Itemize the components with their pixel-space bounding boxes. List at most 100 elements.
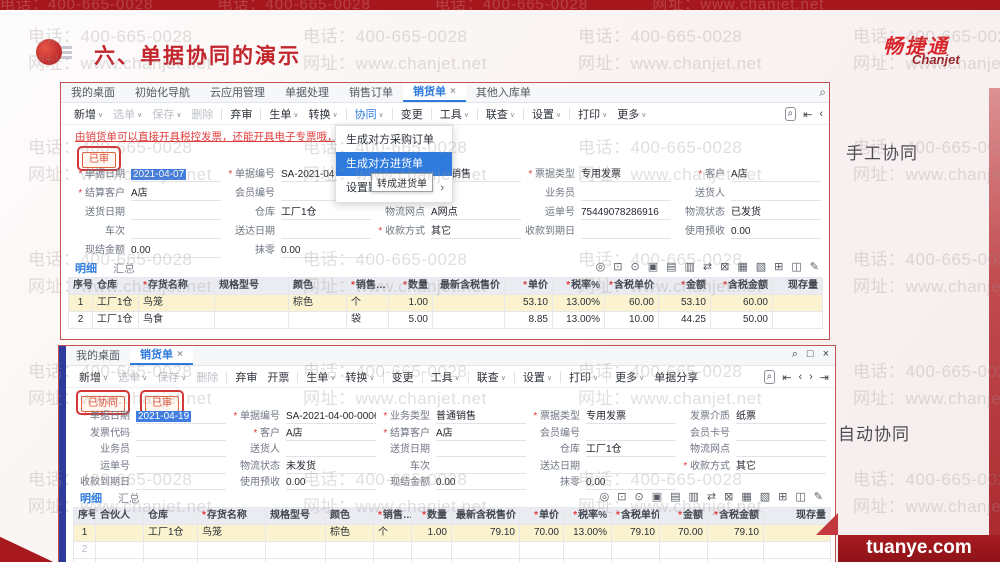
table-cell[interactable]: 棕色: [288, 294, 347, 312]
swap-row-icon[interactable]: ⇄: [707, 490, 716, 503]
table-cell[interactable]: [411, 558, 452, 562]
table-cell[interactable]: 2: [68, 311, 93, 329]
table-cell[interactable]: [451, 558, 520, 562]
toolbar-item[interactable]: 联查 ∨: [472, 369, 511, 385]
prev-record-icon[interactable]: ‹: [798, 371, 802, 383]
toolbar-item[interactable]: 更多 ∨: [610, 369, 649, 385]
field-value[interactable]: 普通销售: [436, 407, 526, 424]
toolbar-item[interactable]: 弃审: [225, 106, 257, 122]
tab-item[interactable]: 其他入库单: [466, 83, 541, 102]
insert-row-icon[interactable]: ⊞: [778, 490, 787, 503]
batch-add-icon[interactable]: ▣: [652, 490, 662, 503]
tab-item[interactable]: 初始化导航: [125, 83, 200, 102]
table-cell[interactable]: [214, 294, 289, 312]
field-value[interactable]: 0.00: [281, 241, 371, 258]
toolbar-item[interactable]: 工具 ∨: [435, 106, 474, 122]
prev-record-icon[interactable]: ‹: [819, 108, 823, 120]
table-cell[interactable]: [519, 541, 564, 559]
table-cell[interactable]: 2: [73, 541, 96, 559]
table-cell[interactable]: 1.00: [411, 524, 452, 542]
field-value[interactable]: 0.00: [586, 473, 676, 490]
table-cell[interactable]: [288, 311, 347, 329]
toolbar-item[interactable]: 联查 ∨: [481, 106, 520, 122]
toolbar-item[interactable]: 变更: [396, 106, 428, 122]
table-cell[interactable]: [707, 541, 764, 559]
field-value[interactable]: [136, 424, 226, 441]
table-cell[interactable]: 53.10: [504, 294, 553, 312]
table-cell[interactable]: [659, 541, 708, 559]
field-value[interactable]: [731, 184, 821, 201]
next-record-icon[interactable]: ›: [809, 371, 813, 383]
table-cell[interactable]: [432, 294, 505, 312]
table-cell[interactable]: 60.00: [604, 294, 659, 312]
table-cell[interactable]: [95, 541, 144, 559]
field-value[interactable]: [736, 440, 826, 457]
field-value[interactable]: 0.00: [436, 473, 526, 490]
field-value[interactable]: [586, 457, 676, 474]
table-cell[interactable]: 50.00: [710, 311, 773, 329]
merge-row-icon[interactable]: ▦: [741, 490, 751, 503]
print-grid-icon[interactable]: ▧: [756, 260, 766, 273]
field-value[interactable]: [131, 203, 221, 220]
table-cell[interactable]: 79.10: [611, 524, 660, 542]
field-value[interactable]: [736, 424, 826, 441]
close-icon[interactable]: ×: [823, 348, 829, 361]
toolbar-item[interactable]: 删除: [186, 106, 218, 122]
field-value[interactable]: [586, 424, 676, 441]
table-cell[interactable]: 53.10: [658, 294, 711, 312]
field-value[interactable]: [436, 457, 526, 474]
tab-item[interactable]: 销货单 ×: [403, 83, 466, 102]
layout-icon[interactable]: ◫: [795, 490, 805, 503]
field-value[interactable]: A店: [436, 424, 526, 441]
field-value[interactable]: 其它: [431, 222, 521, 239]
field-value[interactable]: [581, 184, 671, 201]
field-value[interactable]: 专用发票: [581, 165, 671, 182]
field-value[interactable]: A店: [286, 424, 376, 441]
table-cell[interactable]: 鸟笼: [138, 294, 215, 312]
table-cell[interactable]: [197, 541, 266, 559]
toolbar-item[interactable]: 保存 ∨: [147, 106, 186, 122]
delete-row-icon[interactable]: ⊠: [720, 260, 729, 273]
map-pin-icon[interactable]: ⊙: [630, 260, 639, 273]
field-value[interactable]: 已发货: [731, 203, 821, 220]
table-cell[interactable]: 个: [373, 524, 412, 542]
field-value[interactable]: [136, 473, 226, 490]
last-record-icon[interactable]: ⇥: [820, 371, 829, 384]
table-cell[interactable]: 1: [68, 294, 93, 312]
merge-row-icon[interactable]: ▦: [737, 260, 747, 273]
table-row[interactable]: 1 工厂1仓 鸟笼 棕色个 1.00 53.10 13.00% 60.00 53.10 60.00: [68, 294, 823, 312]
find-record-icon[interactable]: ⌕: [784, 107, 797, 121]
table-cell[interactable]: [95, 524, 144, 542]
print-grid-icon[interactable]: ▧: [760, 490, 770, 503]
tab-item[interactable]: 云应用管理: [200, 83, 275, 102]
toolbar-item[interactable]: 保存 ∨: [152, 369, 191, 385]
table-cell[interactable]: 8.85: [504, 311, 553, 329]
toolbar-item[interactable]: 工具 ∨: [426, 369, 465, 385]
table-cell[interactable]: [563, 558, 612, 562]
table-row[interactable]: 3: [73, 558, 831, 562]
copy-row-icon[interactable]: ▤: [670, 490, 680, 503]
table-row[interactable]: 2: [73, 541, 831, 559]
field-value[interactable]: [581, 222, 671, 239]
find-record-icon[interactable]: ⌕: [763, 370, 776, 384]
tab-close-icon[interactable]: ×: [177, 346, 183, 364]
scan-icon[interactable]: ⊡: [613, 260, 622, 273]
layout-icon[interactable]: ◫: [791, 260, 801, 273]
field-value[interactable]: 0.00: [131, 241, 221, 258]
first-record-icon[interactable]: ⇤: [782, 371, 791, 384]
toolbar-item[interactable]: 设置 ∨: [518, 369, 557, 385]
table-cell[interactable]: 13.00%: [563, 524, 612, 542]
table-cell[interactable]: [373, 541, 412, 559]
toolbar-item[interactable]: 打印 ∨: [564, 369, 603, 385]
table-cell[interactable]: 3: [73, 558, 96, 562]
table-cell[interactable]: 鸟食: [138, 311, 215, 329]
field-value[interactable]: 工厂1仓: [281, 203, 371, 220]
field-value[interactable]: [281, 222, 371, 239]
delete-row-icon[interactable]: ⊠: [724, 490, 733, 503]
table-cell[interactable]: [563, 541, 612, 559]
toolbar-item[interactable]: 弃审: [230, 369, 262, 385]
toolbar-item[interactable]: 转换 ∨: [304, 106, 343, 122]
table-row[interactable]: 2 工厂1仓 鸟食 袋 5.00 8.85 13.00% 10.00 44.25 50.00: [68, 311, 823, 329]
toolbar-item[interactable]: 协同 ∨: [350, 106, 389, 122]
table-cell[interactable]: 70.00: [519, 524, 564, 542]
